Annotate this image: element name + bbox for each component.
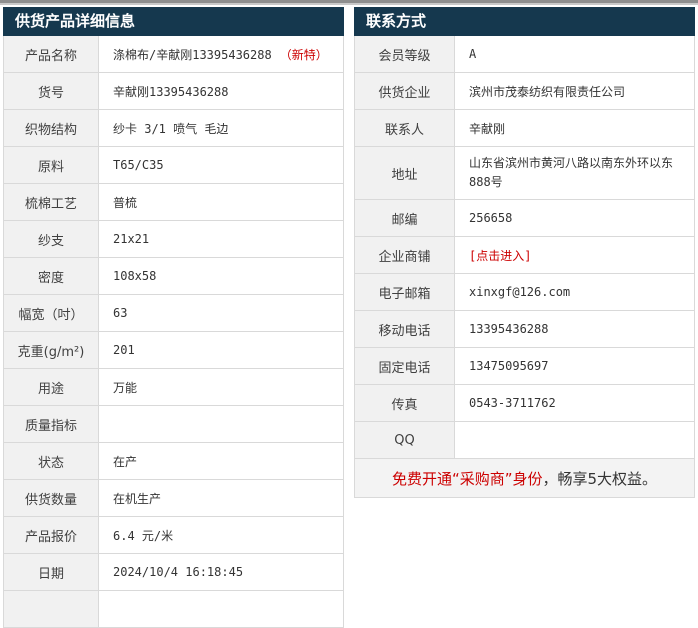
row-label: 货号: [4, 73, 99, 109]
row-value: 13475095697: [469, 359, 549, 373]
row-value: 纱卡 3/1 喷气 毛边: [113, 121, 229, 136]
buyer-signup-promo: 免费开通“采购商”身份 ，畅享5大权益。: [354, 459, 695, 498]
row-label: 传真: [355, 385, 455, 421]
row-label: 梳棉工艺: [4, 184, 99, 220]
row-value: 6.4 元/米: [113, 528, 174, 543]
row-label: 质量指标: [4, 406, 99, 442]
row-label: 供货数量: [4, 480, 99, 516]
row-contact-person: 联系人 辛献刚: [354, 110, 695, 147]
row-date: 日期 2024/10/4 16:18:45: [3, 554, 344, 591]
row-landline-phone: 固定电话 13475095697: [354, 348, 695, 385]
row-label: 企业商铺: [355, 237, 455, 273]
row-label: 联系人: [355, 110, 455, 146]
row-label: 会员等级: [355, 36, 455, 72]
top-divider-strip: [0, 0, 698, 5]
row-label: QQ: [355, 422, 455, 458]
product-details-panel: 供货产品详细信息 产品名称 涤棉布/辛献刚13395436288 （新特） 货号 …: [3, 7, 344, 628]
row-value: 普梳: [113, 195, 138, 210]
row-value: 在机生产: [113, 491, 162, 506]
row-value: xinxgf@126.com: [469, 285, 571, 299]
new-special-badge: （新特）: [279, 47, 328, 62]
row-product-quote: 产品报价 6.4 元/米: [3, 517, 344, 554]
row-qq: QQ: [354, 422, 695, 459]
row-fabric-structure: 织物结构 纱卡 3/1 喷气 毛边: [3, 110, 344, 147]
row-fax: 传真 0543-3711762: [354, 385, 695, 422]
row-label: 幅宽（吋）: [4, 295, 99, 331]
row-label: 供货企业: [355, 73, 455, 109]
row-width-inch: 幅宽（吋） 63: [3, 295, 344, 332]
row-mobile-phone: 移动电话 13395436288: [354, 311, 695, 348]
row-value: 108x58: [113, 269, 157, 283]
contact-info-title: 联系方式: [354, 7, 695, 36]
row-postal-code: 邮编 256658: [354, 200, 695, 237]
product-name-text: 涤棉布/辛献刚13395436288: [113, 47, 272, 62]
row-value: [99, 591, 343, 627]
product-details-title: 供货产品详细信息: [3, 7, 344, 36]
row-combing-process: 梳棉工艺 普梳: [3, 184, 344, 221]
row-label: 用途: [4, 369, 99, 405]
row-label: [4, 591, 99, 627]
product-details-table: 产品名称 涤棉布/辛献刚13395436288 （新特） 货号 辛献刚133954…: [3, 36, 344, 628]
row-value: 辛献刚13395436288: [113, 84, 229, 99]
row-value: A: [469, 47, 477, 61]
row-item-number: 货号 辛献刚13395436288: [3, 73, 344, 110]
row-value: 在产: [113, 454, 138, 469]
row-status: 状态 在产: [3, 443, 344, 480]
row-raw-material: 原料 T65/C35: [3, 147, 344, 184]
row-value: 13395436288: [469, 322, 549, 336]
row-value: [99, 406, 343, 442]
row-value: [455, 422, 694, 458]
row-value: 涤棉布/辛献刚13395436288 （新特）: [99, 36, 343, 72]
row-quality-index: 质量指标: [3, 406, 344, 443]
row-label: 原料: [4, 147, 99, 183]
address-text: 山东省滨州市黄河八路以南东外环以东888号: [469, 156, 674, 189]
buyer-signup-link[interactable]: 免费开通“采购商”身份: [392, 468, 543, 489]
row-label: 纱支: [4, 221, 99, 257]
row-member-level: 会员等级 A: [354, 36, 695, 73]
row-value: 0543-3711762: [469, 396, 556, 410]
contact-info-panel: 联系方式 会员等级 A 供货企业 滨州市茂泰纺织有限责任公司 联系人 辛献刚 地…: [354, 7, 695, 498]
row-value: 山东省滨州市黄河八路以南东外环以东888号: [455, 147, 694, 199]
row-density: 密度 108x58: [3, 258, 344, 295]
row-label: 产品名称: [4, 36, 99, 72]
row-value: 2024/10/4 16:18:45: [113, 565, 244, 579]
row-label: 日期: [4, 554, 99, 590]
row-usage: 用途 万能: [3, 369, 344, 406]
row-value: 256658: [469, 211, 513, 225]
row-supplier-company: 供货企业 滨州市茂泰纺织有限责任公司: [354, 73, 695, 110]
row-label: 状态: [4, 443, 99, 479]
row-value: T65/C35: [113, 158, 164, 172]
row-label: 邮编: [355, 200, 455, 236]
row-value: 201: [113, 343, 135, 357]
row-address: 地址 山东省滨州市黄河八路以南东外环以东888号: [354, 147, 695, 200]
row-weight-gsm: 克重(g/m²) 201: [3, 332, 344, 369]
row-label: 地址: [355, 147, 455, 199]
row-value: 滨州市茂泰纺织有限责任公司: [469, 84, 626, 99]
shop-enter-link[interactable]: [点击进入]: [469, 247, 531, 264]
row-company-shop: 企业商铺 [点击进入]: [354, 237, 695, 274]
row-value: 辛献刚: [469, 121, 506, 136]
row-value: 万能: [113, 380, 138, 395]
row-label: 克重(g/m²): [4, 332, 99, 368]
row-partial-cutoff: [3, 591, 344, 628]
buyer-signup-benefits-text: ，畅享5大权益。: [542, 469, 658, 488]
row-supply-quantity: 供货数量 在机生产: [3, 480, 344, 517]
row-value: [点击进入]: [455, 237, 694, 273]
row-label: 密度: [4, 258, 99, 294]
row-label: 移动电话: [355, 311, 455, 347]
row-value: 21x21: [113, 232, 150, 246]
row-value: 63: [113, 306, 128, 320]
row-label: 固定电话: [355, 348, 455, 384]
row-label: 产品报价: [4, 517, 99, 553]
row-label: 织物结构: [4, 110, 99, 146]
row-yarn-count: 纱支 21x21: [3, 221, 344, 258]
row-product-name: 产品名称 涤棉布/辛献刚13395436288 （新特）: [3, 36, 344, 73]
row-label: 电子邮箱: [355, 274, 455, 310]
contact-info-table: 会员等级 A 供货企业 滨州市茂泰纺织有限责任公司 联系人 辛献刚 地址 山东省…: [354, 36, 695, 498]
row-email: 电子邮箱 xinxgf@126.com: [354, 274, 695, 311]
